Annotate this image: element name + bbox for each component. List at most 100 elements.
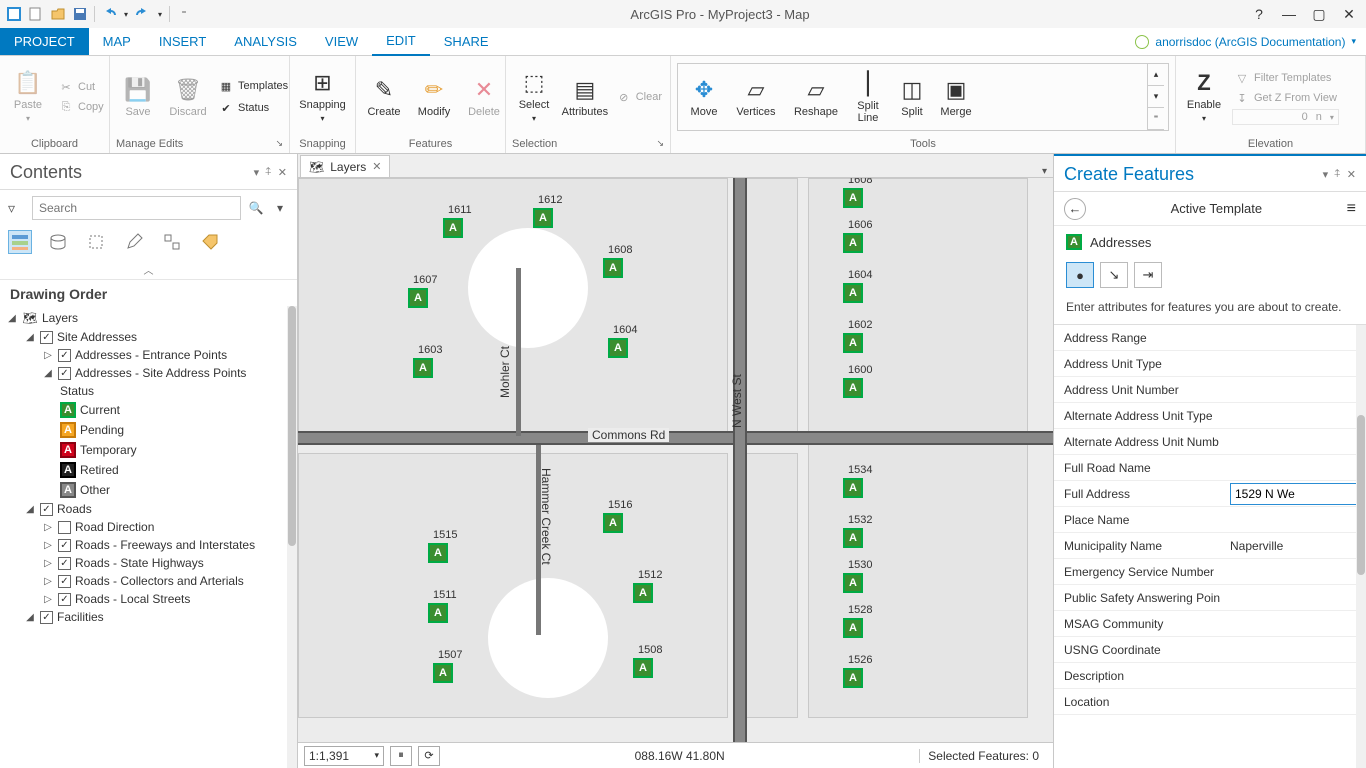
maximize-button[interactable]: ▢ — [1306, 4, 1332, 24]
templates-button[interactable]: ▦Templates — [216, 77, 290, 95]
attributes-button[interactable]: ▤Attributes — [562, 74, 608, 120]
layer-roads-state[interactable]: ▷✓Roads - State Highways — [6, 554, 297, 572]
status-pause-icon[interactable]: ⏸ — [390, 746, 412, 766]
layer-group-layers[interactable]: ◢🗺Layers — [6, 308, 297, 328]
split-line-tool[interactable]: ⎮Split Line — [846, 68, 890, 126]
layer-entrance-points[interactable]: ▷✓Addresses - Entrance Points — [6, 346, 297, 364]
tab-edit[interactable]: EDIT — [372, 27, 430, 56]
merge-tool[interactable]: ▣Merge — [934, 74, 978, 120]
snapping-button[interactable]: ⊞Snapping▾ — [296, 67, 349, 127]
address-point[interactable]: A — [428, 603, 448, 623]
undo-dropdown-icon[interactable]: ▾ — [121, 4, 131, 24]
layer-roads-collectors[interactable]: ▷✓Roads - Collectors and Arterials — [6, 572, 297, 590]
map-tab-close-icon[interactable]: ✕ — [372, 160, 381, 173]
clear-button[interactable]: ⊘Clear — [614, 88, 664, 106]
address-point[interactable]: A — [843, 573, 863, 593]
address-point[interactable]: A — [608, 338, 628, 358]
address-point[interactable]: A — [603, 258, 623, 278]
contents-tab-snapping[interactable] — [160, 230, 184, 254]
address-point[interactable]: A — [443, 218, 463, 238]
address-point[interactable]: A — [843, 233, 863, 253]
attribute-row[interactable]: Address Unit Type — [1054, 351, 1366, 377]
address-point[interactable]: A — [533, 208, 553, 228]
cut-button[interactable]: ✂Cut — [56, 78, 106, 96]
layer-site-addresses[interactable]: ◢✓Site Addresses — [6, 328, 297, 346]
layer-roads-freeways[interactable]: ▷✓Roads - Freeways and Interstates — [6, 536, 297, 554]
modify-button[interactable]: ✏Modify — [412, 74, 456, 120]
qat-more-icon[interactable]: ⁼ — [174, 4, 194, 24]
attribute-row[interactable]: Full Address — [1054, 481, 1366, 507]
address-point[interactable]: A — [843, 283, 863, 303]
layer-site-address-points[interactable]: ◢✓Addresses - Site Address Points — [6, 364, 297, 382]
tab-share[interactable]: SHARE — [430, 28, 503, 55]
save-icon[interactable] — [70, 4, 90, 24]
cf-scrollbar[interactable] — [1356, 325, 1366, 768]
attribute-row[interactable]: Alternate Address Unit Type — [1054, 403, 1366, 429]
address-point[interactable]: A — [428, 543, 448, 563]
contents-tab-label[interactable] — [198, 230, 222, 254]
tools-gallery-scroll[interactable]: ▴▾⁼ — [1147, 64, 1164, 130]
legend-pending[interactable]: APending — [6, 420, 297, 440]
full-address-input[interactable] — [1230, 483, 1360, 505]
tab-view[interactable]: VIEW — [311, 28, 372, 55]
contents-pin-icon[interactable]: ⍏ — [265, 166, 272, 179]
tab-insert[interactable]: INSERT — [145, 28, 220, 55]
delete-button[interactable]: ✕Delete — [462, 74, 506, 120]
address-point[interactable]: A — [843, 378, 863, 398]
minimize-button[interactable]: — — [1276, 4, 1302, 24]
help-button[interactable]: ? — [1246, 4, 1272, 24]
attribute-row[interactable]: Location — [1054, 689, 1366, 715]
contents-tab-edit[interactable] — [122, 230, 146, 254]
redo-dropdown-icon[interactable]: ▾ — [155, 4, 165, 24]
redo-icon[interactable] — [133, 4, 153, 24]
status-refresh-icon[interactable]: ⟳ — [418, 746, 440, 766]
attribute-row[interactable]: Address Unit Number — [1054, 377, 1366, 403]
select-button[interactable]: ⬚Select▾ — [512, 67, 556, 127]
contents-tab-source[interactable] — [46, 230, 70, 254]
address-point[interactable]: A — [603, 513, 623, 533]
address-point[interactable]: A — [843, 188, 863, 208]
layer-roads-local[interactable]: ▷✓Roads - Local Streets — [6, 590, 297, 608]
enable-z-button[interactable]: ZEnable▾ — [1182, 67, 1226, 127]
contents-tab-selection[interactable] — [84, 230, 108, 254]
address-point[interactable]: A — [843, 618, 863, 638]
get-z-button[interactable]: ↧Get Z From View — [1232, 89, 1339, 107]
paste-button[interactable]: 📋 Paste▾ — [6, 67, 50, 127]
address-point[interactable]: A — [843, 478, 863, 498]
undo-icon[interactable] — [99, 4, 119, 24]
map-canvas[interactable]: Commons Rd Mohler Ct Hammer Creek Ct N W… — [298, 178, 1053, 742]
search-dropdown-icon[interactable]: ▾ — [271, 201, 289, 215]
cf-tool-point[interactable]: ● — [1066, 262, 1094, 288]
attribute-row[interactable]: Public Safety Answering Poin — [1054, 585, 1366, 611]
open-icon[interactable] — [48, 4, 68, 24]
contents-collapse-icon[interactable]: ︿ — [0, 260, 297, 280]
filter-icon[interactable]: ▿ — [8, 200, 26, 217]
vertices-tool[interactable]: ▱Vertices — [726, 74, 786, 120]
attribute-row[interactable]: Place Name — [1054, 507, 1366, 533]
attribute-row[interactable]: Full Road Name — [1054, 455, 1366, 481]
legend-temporary[interactable]: ATemporary — [6, 440, 297, 460]
legend-retired[interactable]: ARetired — [6, 460, 297, 480]
contents-scrollbar[interactable] — [287, 306, 297, 768]
address-point[interactable]: A — [843, 333, 863, 353]
address-point[interactable]: A — [433, 663, 453, 683]
tab-analysis[interactable]: ANALYSIS — [220, 28, 311, 55]
address-point[interactable]: A — [633, 658, 653, 678]
cf-menu-icon[interactable]: ≡ — [1347, 200, 1356, 218]
attribute-row[interactable]: USNG Coordinate — [1054, 637, 1366, 663]
contents-search-input[interactable] — [32, 196, 241, 220]
map-tab-layers[interactable]: 🗺 Layers ✕ — [300, 155, 390, 177]
legend-other[interactable]: AOther — [6, 480, 297, 500]
layer-road-direction[interactable]: ▷Road Direction — [6, 518, 297, 536]
address-point[interactable]: A — [408, 288, 428, 308]
reshape-tool[interactable]: ▱Reshape — [786, 74, 846, 120]
address-point[interactable]: A — [633, 583, 653, 603]
address-point[interactable]: A — [843, 528, 863, 548]
selection-launcher-icon[interactable]: ↘ — [656, 138, 664, 150]
cf-layer-row[interactable]: A Addresses — [1054, 226, 1366, 258]
attribute-value[interactable] — [1224, 483, 1366, 505]
project-icon[interactable] — [4, 4, 24, 24]
cf-dropdown-icon[interactable]: ▾ — [1323, 168, 1329, 181]
attribute-row[interactable]: Address Range — [1054, 325, 1366, 351]
contents-close-icon[interactable]: ✕ — [278, 166, 287, 179]
